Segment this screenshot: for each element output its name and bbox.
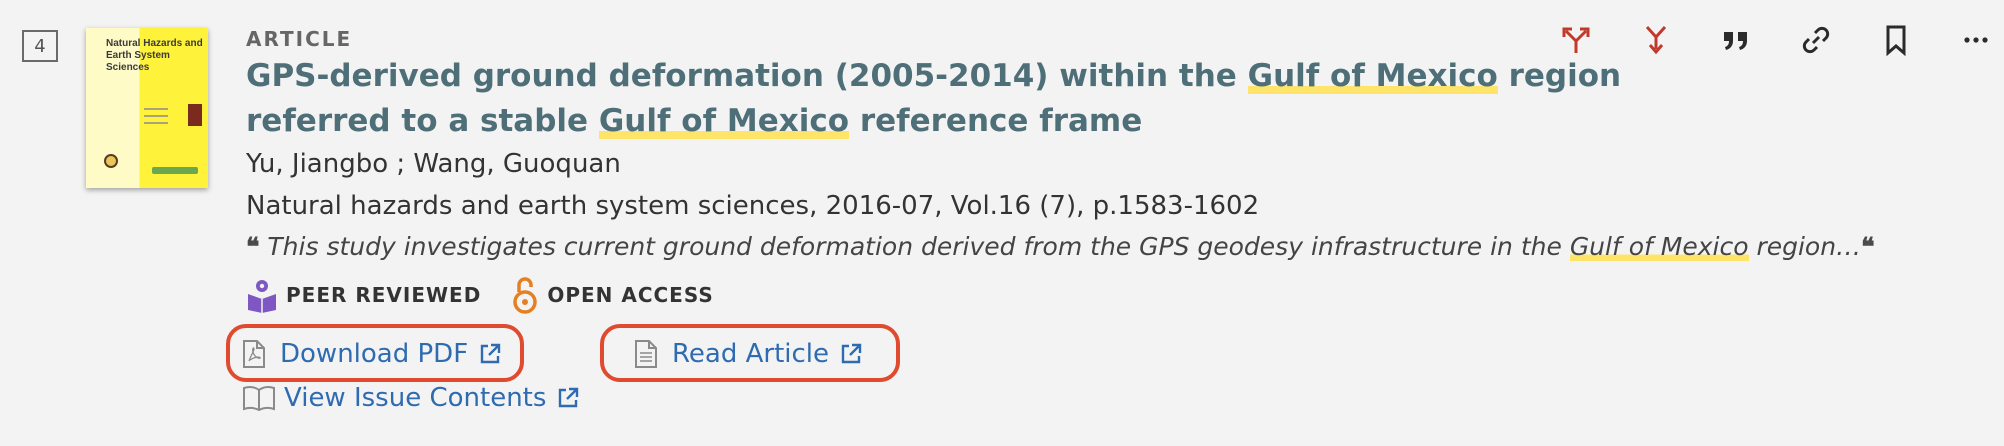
save-button[interactable] [1856, 18, 1936, 62]
title-highlight: Gulf of Mexico [1247, 58, 1498, 94]
thumbnail-logo [104, 154, 118, 168]
badges: PEER REVIEWED OPEN ACCESS [246, 276, 744, 314]
view-issue-label: View Issue Contents [284, 383, 547, 413]
more-actions-button[interactable] [1936, 18, 2004, 62]
external-link-icon [480, 343, 501, 364]
external-link-icon [841, 343, 862, 364]
more-icon [1964, 37, 1988, 43]
citation-trail-icon [1562, 27, 1590, 53]
link-icon [1802, 26, 1830, 54]
result-number: 4 [22, 30, 58, 62]
thumbnail-box [188, 104, 202, 126]
peer-reviewed-badge: PEER REVIEWED [246, 277, 481, 313]
snippet-part: This study investigates current ground d… [267, 232, 1570, 261]
cited-by-icon [1645, 25, 1667, 55]
read-article-link[interactable]: Read Article [634, 339, 863, 369]
download-pdf-link[interactable]: Download PDF [242, 339, 502, 369]
snippet-part: region… [1748, 232, 1862, 261]
open-access-icon [513, 277, 538, 314]
pdf-file-icon [243, 340, 265, 368]
journal-cover-thumbnail[interactable]: Natural Hazards and Earth System Science… [86, 28, 208, 188]
document-icon [635, 340, 657, 368]
snippet: ❝ This study investigates current ground… [246, 232, 1875, 261]
close-quote-icon: ❝ [1861, 232, 1875, 261]
source-citation: Natural hazards and earth system science… [246, 191, 1260, 221]
citation-trail-button[interactable] [1536, 18, 1616, 62]
thumbnail-lines [144, 108, 168, 129]
permalink-button[interactable] [1776, 18, 1856, 62]
view-issue-contents-link[interactable]: View Issue Contents [242, 383, 580, 413]
action-toolbar [1536, 18, 2004, 62]
thumbnail-title: Natural Hazards and Earth System Science… [106, 38, 203, 73]
snippet-highlight: Gulf of Mexico [1569, 232, 1749, 261]
open-access-badge: OPEN ACCESS [511, 276, 713, 314]
external-link-icon [559, 387, 579, 408]
read-article-label: Read Article [672, 339, 830, 369]
peer-reviewed-icon [248, 280, 276, 313]
cited-by-button[interactable] [1616, 18, 1696, 62]
title-part: reference frame [849, 103, 1143, 139]
thumbnail-publisher [152, 167, 198, 174]
title-highlight: Gulf of Mexico [598, 103, 850, 139]
quote-icon [1724, 32, 1747, 50]
peer-reviewed-label: PEER REVIEWED [286, 283, 482, 307]
result-title[interactable]: GPS-derived ground deformation (2005-201… [246, 54, 1666, 144]
open-quote-icon: ❝ [246, 232, 260, 261]
resource-type: ARTICLE [246, 27, 353, 51]
cite-button[interactable] [1696, 18, 1776, 62]
authors: Yu, Jiangbo ; Wang, Guoquan [246, 149, 621, 179]
download-pdf-label: Download PDF [280, 339, 469, 369]
open-book-icon [243, 385, 275, 412]
bookmark-icon [1886, 25, 1906, 57]
title-part: GPS-derived ground deformation (2005-201… [246, 58, 1248, 94]
open-access-label: OPEN ACCESS [547, 283, 714, 307]
